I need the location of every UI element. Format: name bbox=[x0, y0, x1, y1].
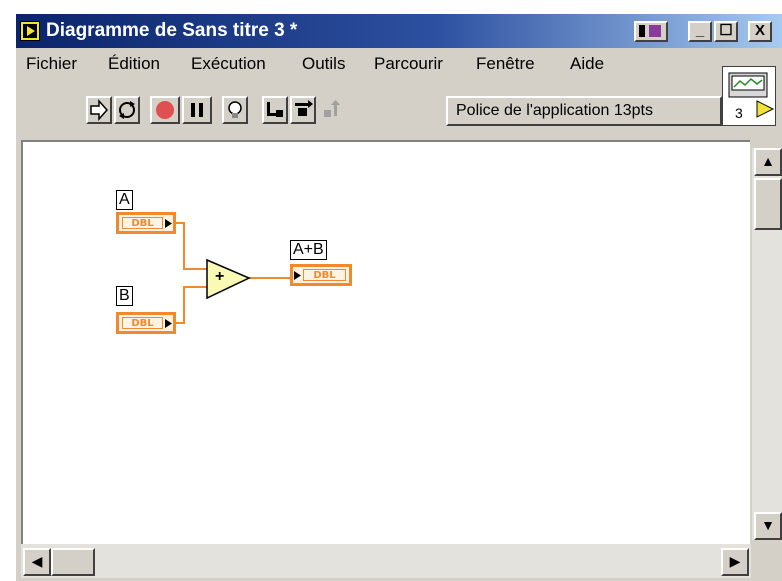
window-title: Diagramme de Sans titre 3 * bbox=[46, 20, 298, 41]
scroll-left-button[interactable]: ◀ bbox=[23, 548, 51, 576]
wire-a-2 bbox=[183, 222, 185, 270]
run-arrow-icon[interactable] bbox=[86, 96, 112, 124]
wire-out bbox=[249, 277, 291, 279]
add-symbol: + bbox=[215, 268, 225, 285]
diagram-window: Diagramme de Sans titre 3 * _ ☐ X Fichie… bbox=[14, 12, 782, 581]
control-a-type: DBL bbox=[122, 217, 163, 229]
menu-parcourir[interactable]: Parcourir bbox=[374, 54, 443, 74]
scroll-up-button[interactable]: ▲ bbox=[754, 148, 782, 176]
run-continuous-icon[interactable] bbox=[114, 96, 140, 124]
scroll-right-button[interactable]: ▶ bbox=[721, 548, 749, 576]
connector-number: 3 bbox=[735, 105, 743, 121]
window-menu-button[interactable] bbox=[634, 21, 668, 42]
wire-b-3 bbox=[183, 286, 207, 288]
step-into-icon[interactable] bbox=[262, 96, 288, 124]
menu-execution[interactable]: Exécution bbox=[191, 54, 266, 74]
menu-outils[interactable]: Outils bbox=[302, 54, 345, 74]
abort-icon[interactable] bbox=[150, 96, 180, 124]
horizontal-scrollbar[interactable]: ◀ ▶ bbox=[21, 544, 751, 578]
control-b-type: DBL bbox=[122, 317, 163, 329]
add-function-icon[interactable] bbox=[205, 258, 251, 300]
scroll-corner bbox=[752, 544, 782, 578]
control-a-terminal[interactable]: DBL bbox=[116, 212, 176, 234]
vi-icon[interactable]: 3 bbox=[722, 66, 776, 126]
control-b-label[interactable]: B bbox=[116, 286, 133, 306]
menu-aide[interactable]: Aide bbox=[570, 54, 604, 74]
close-button[interactable]: X bbox=[748, 21, 772, 42]
title-bar[interactable]: Diagramme de Sans titre 3 * _ ☐ X bbox=[16, 14, 782, 48]
control-a-label[interactable]: A bbox=[116, 190, 133, 210]
vertical-scroll-thumb[interactable] bbox=[754, 178, 782, 230]
scroll-down-button[interactable]: ▼ bbox=[754, 512, 782, 540]
menu-fichier[interactable]: Fichier bbox=[26, 54, 77, 74]
toolbar: Police de l'application 13pts bbox=[16, 78, 782, 128]
maximize-button[interactable]: ☐ bbox=[714, 21, 738, 42]
highlight-execution-icon[interactable] bbox=[222, 96, 248, 124]
indicator-terminal[interactable]: DBL bbox=[290, 264, 352, 286]
indicator-type: DBL bbox=[303, 269, 346, 281]
indicator-label[interactable]: A+B bbox=[290, 240, 327, 260]
step-out-icon[interactable] bbox=[318, 96, 344, 124]
control-b-terminal[interactable]: DBL bbox=[116, 312, 176, 334]
font-selector[interactable]: Police de l'application 13pts bbox=[446, 96, 722, 126]
wire-a-3 bbox=[183, 268, 207, 270]
horizontal-scroll-thumb[interactable] bbox=[51, 548, 95, 576]
step-over-icon[interactable] bbox=[290, 96, 316, 124]
vertical-scrollbar[interactable]: ▲ ▼ bbox=[752, 148, 782, 540]
menu-bar: Fichier Édition Exécution Outils Parcour… bbox=[16, 50, 782, 78]
pause-icon[interactable] bbox=[182, 96, 212, 124]
menu-edition[interactable]: Édition bbox=[108, 54, 160, 74]
labview-icon bbox=[20, 21, 40, 41]
minimize-button[interactable]: _ bbox=[688, 21, 712, 42]
wire-b-2 bbox=[183, 286, 185, 324]
block-diagram[interactable]: A DBL B DBL + A+B DBL bbox=[21, 140, 750, 544]
menu-fenetre[interactable]: Fenêtre bbox=[476, 54, 535, 74]
